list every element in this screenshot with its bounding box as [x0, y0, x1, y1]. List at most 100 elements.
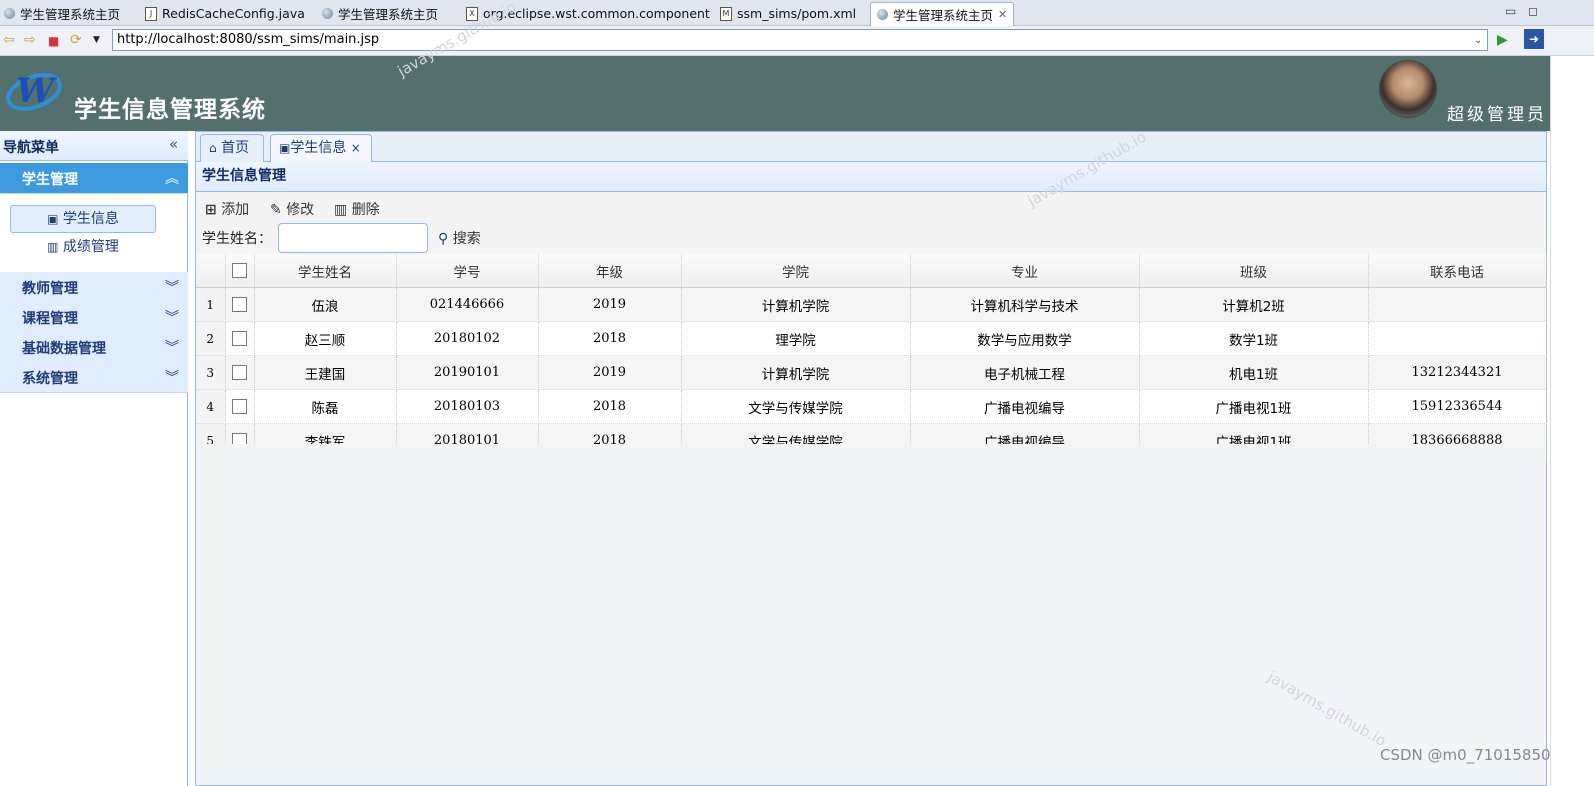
table-header-row: 学生姓名 学号 年级 学院 专业 班级 联系电话: [196, 254, 1547, 288]
chevron-down-icon: ︾: [165, 370, 179, 386]
table-empty-area: [196, 444, 1546, 785]
maven-file-icon: M: [720, 6, 732, 21]
table-row[interactable]: 2 赵三顺 20180102 2018 理学院 数学与应用数学 数学1班: [196, 321, 1547, 356]
edit-button[interactable]: ✎ 修改: [270, 199, 314, 219]
table-row[interactable]: 3 王建国 20190101 2019 计算机学院 电子机械工程 机电1班 13…: [196, 355, 1547, 390]
sidebar-item-scores[interactable]: ▥ 成绩管理: [10, 236, 156, 260]
cell-student-id: 20190101: [396, 355, 539, 390]
table-row[interactable]: 1 伍浪 021446666 2019 计算机学院 计算机科学与技术 计算机2班: [196, 287, 1547, 322]
page-tab-bar: [196, 132, 1546, 162]
cell-college: 计算机学院: [681, 355, 911, 390]
minimize-icon[interactable]: ▭: [1505, 4, 1516, 18]
cell-class: 计算机2班: [1139, 287, 1369, 322]
table-row[interactable]: 4 陈磊 20180103 2018 文学与传媒学院 广播电视编导 广播电视1班…: [196, 389, 1547, 424]
column-header[interactable]: 学院: [681, 254, 911, 288]
cell-name: 伍浪: [254, 287, 397, 322]
delete-button[interactable]: ▥ 删除: [334, 199, 380, 219]
editor-tab-active[interactable]: 学生管理系统主页 ✕: [870, 2, 1015, 26]
row-number: 2: [196, 321, 226, 356]
column-header[interactable]: 年级: [538, 254, 682, 288]
row-checkbox-cell[interactable]: [225, 355, 255, 390]
user-role-label: 超级管理员: [1447, 105, 1547, 125]
add-button[interactable]: ⊞ 添加: [205, 199, 249, 219]
back-icon[interactable]: ⇦: [3, 32, 15, 48]
sidebar-group-basic-data[interactable]: 基础数据管理 ︾: [0, 332, 188, 363]
url-field[interactable]: http://localhost:8080/ssm_sims/main.jsp: [112, 29, 1488, 51]
column-header[interactable]: 联系电话: [1368, 254, 1547, 288]
cell-phone: [1368, 321, 1547, 356]
sidebar-group-system[interactable]: 系统管理 ︾: [0, 362, 188, 393]
sidebar-title: 导航菜单: [3, 140, 59, 156]
cell-phone: 13212344321: [1368, 355, 1547, 390]
maximize-icon[interactable]: ◻: [1528, 4, 1538, 18]
cell-student-id: 20180102: [396, 321, 539, 356]
tab-student-info[interactable]: ▣学生信息 ×: [270, 134, 372, 162]
sidebar-header: 导航菜单 «: [0, 131, 188, 161]
row-number: 3: [196, 355, 226, 390]
globe-icon: [877, 9, 888, 20]
cell-student-id: 021446666: [396, 287, 539, 322]
logo-icon: W: [6, 71, 62, 111]
app-title: 学生信息管理系统: [74, 97, 266, 123]
java-file-icon: J: [145, 6, 157, 21]
open-browser-icon[interactable]: ➜: [1524, 29, 1544, 49]
cell-class: 广播电视1班: [1139, 389, 1369, 424]
close-icon[interactable]: ×: [351, 141, 361, 155]
svg-text:W: W: [16, 71, 57, 111]
column-header[interactable]: 班级: [1139, 254, 1369, 288]
editor-tab[interactable]: Mssm_sims/pom.xml: [720, 2, 856, 25]
row-checkbox-cell[interactable]: [225, 389, 255, 424]
globe-icon: [4, 8, 15, 19]
column-header[interactable]: 学生姓名: [254, 254, 397, 288]
column-header[interactable]: 专业: [910, 254, 1140, 288]
id-card-icon: ▣: [279, 141, 291, 155]
sidebar-item-student-info[interactable]: ▣ 学生信息: [10, 205, 156, 233]
id-card-icon: ▣: [47, 212, 59, 226]
sidebar-group-teacher[interactable]: 教师管理 ︾: [0, 272, 188, 303]
editor-tab[interactable]: 学生管理系统主页: [322, 2, 438, 25]
cell-grade: 2018: [538, 389, 682, 424]
editor-tab-bar: 学生管理系统主页 J RedisCacheConfig.java 学生管理系统主页…: [0, 0, 1594, 26]
chevron-down-icon[interactable]: ⌄: [1474, 35, 1482, 46]
search-button[interactable]: ⚲ 搜索: [438, 228, 481, 248]
row-checkbox[interactable]: [232, 365, 247, 380]
go-icon[interactable]: ▶: [1497, 32, 1508, 48]
cell-major: 广播电视编导: [910, 389, 1140, 424]
refresh-icon[interactable]: ⟳: [70, 32, 82, 48]
chevron-down-icon[interactable]: ▼: [93, 35, 100, 45]
close-icon[interactable]: ✕: [998, 8, 1007, 21]
bar-chart-icon: ▥: [47, 240, 59, 254]
select-all-checkbox-cell[interactable]: [225, 254, 255, 288]
cell-major: 计算机科学与技术: [910, 287, 1140, 322]
row-checkbox[interactable]: [232, 297, 247, 312]
cell-name: 赵三顺: [254, 321, 397, 356]
globe-icon: [322, 8, 333, 19]
footer-watermark: CSDN @m0_71015850: [1380, 746, 1551, 764]
search-input[interactable]: [278, 223, 428, 253]
row-number: 1: [196, 287, 226, 322]
editor-tab[interactable]: J RedisCacheConfig.java: [145, 2, 305, 25]
select-all-checkbox[interactable]: [232, 263, 247, 278]
row-checkbox-cell[interactable]: [225, 287, 255, 322]
forward-icon[interactable]: ⇨: [24, 32, 36, 48]
cell-college: 文学与传媒学院: [681, 389, 911, 424]
editor-tab[interactable]: 学生管理系统主页: [4, 2, 120, 25]
row-checkbox[interactable]: [232, 399, 247, 414]
row-checkbox-cell[interactable]: [225, 321, 255, 356]
search-icon: ⚲: [438, 231, 449, 247]
cell-name: 陈磊: [254, 389, 397, 424]
collapse-icon[interactable]: «: [169, 135, 178, 153]
trash-icon: ▥: [334, 202, 348, 218]
row-number-header: [196, 254, 226, 288]
tab-home[interactable]: ⌂ 首页: [200, 134, 264, 162]
column-header[interactable]: 学号: [396, 254, 539, 288]
cell-student-id: 20180103: [396, 389, 539, 424]
home-icon: ⌂: [209, 141, 217, 155]
stop-icon[interactable]: ■: [48, 34, 59, 48]
row-checkbox[interactable]: [232, 331, 247, 346]
sidebar-group-course[interactable]: 课程管理 ︾: [0, 302, 188, 333]
sidebar-group-student[interactable]: 学生管理 ︽: [0, 163, 188, 194]
avatar[interactable]: [1379, 60, 1437, 118]
cell-class: 机电1班: [1139, 355, 1369, 390]
cell-class: 数学1班: [1139, 321, 1369, 356]
